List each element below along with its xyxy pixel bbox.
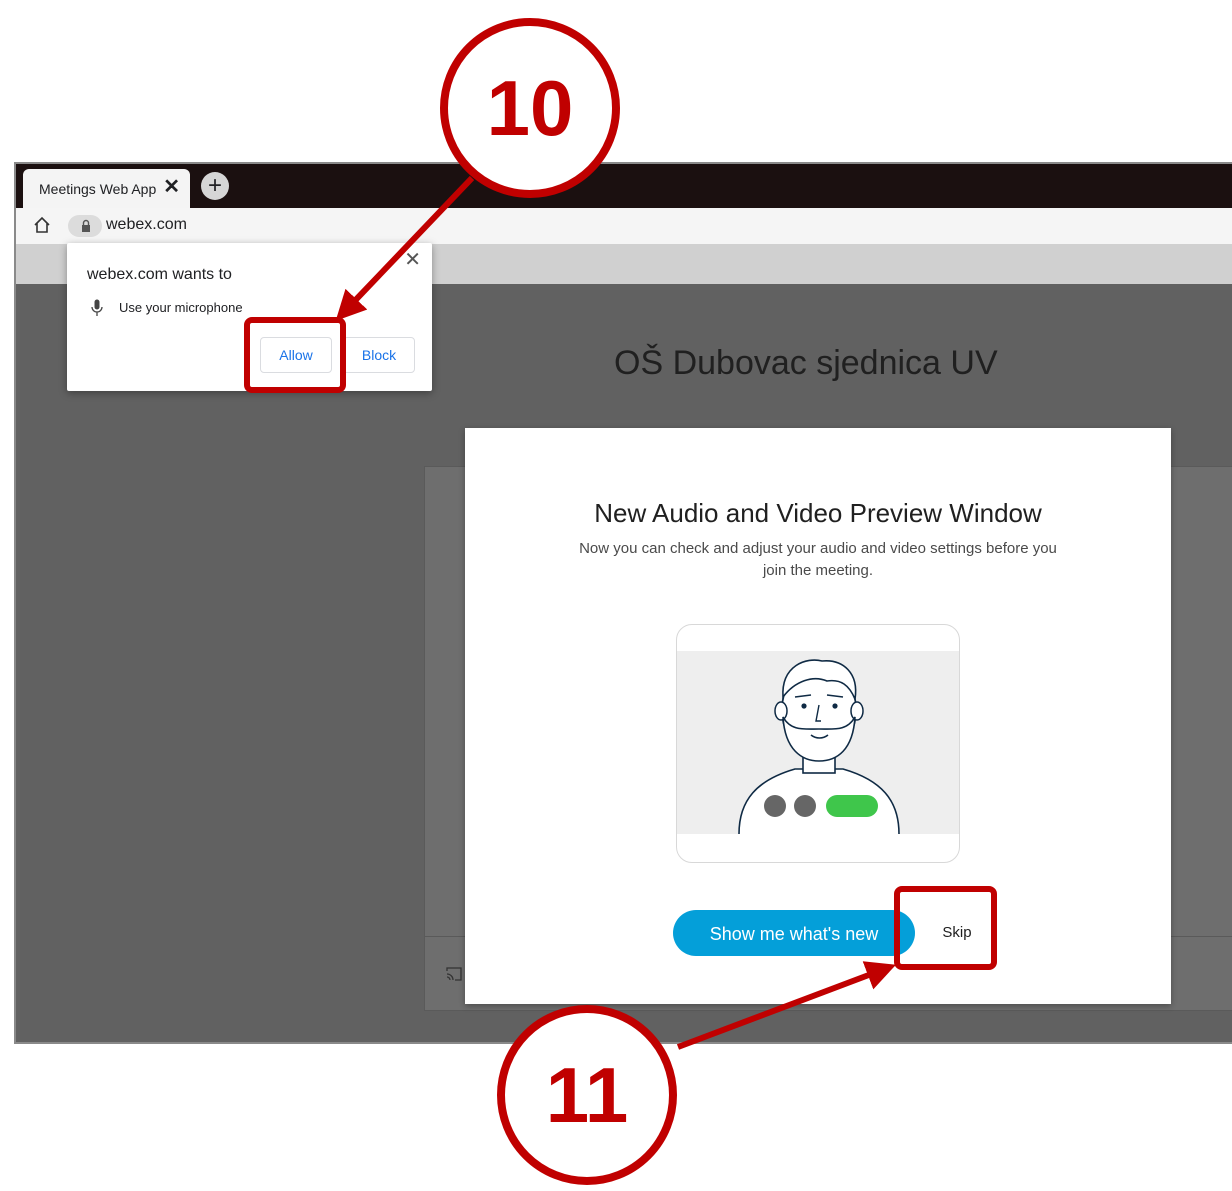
arrow-to-skip xyxy=(676,961,897,1050)
arrow-to-allow xyxy=(335,175,475,321)
step-11-badge: 11 xyxy=(497,1005,677,1185)
step-10-badge: 10 xyxy=(440,18,620,198)
